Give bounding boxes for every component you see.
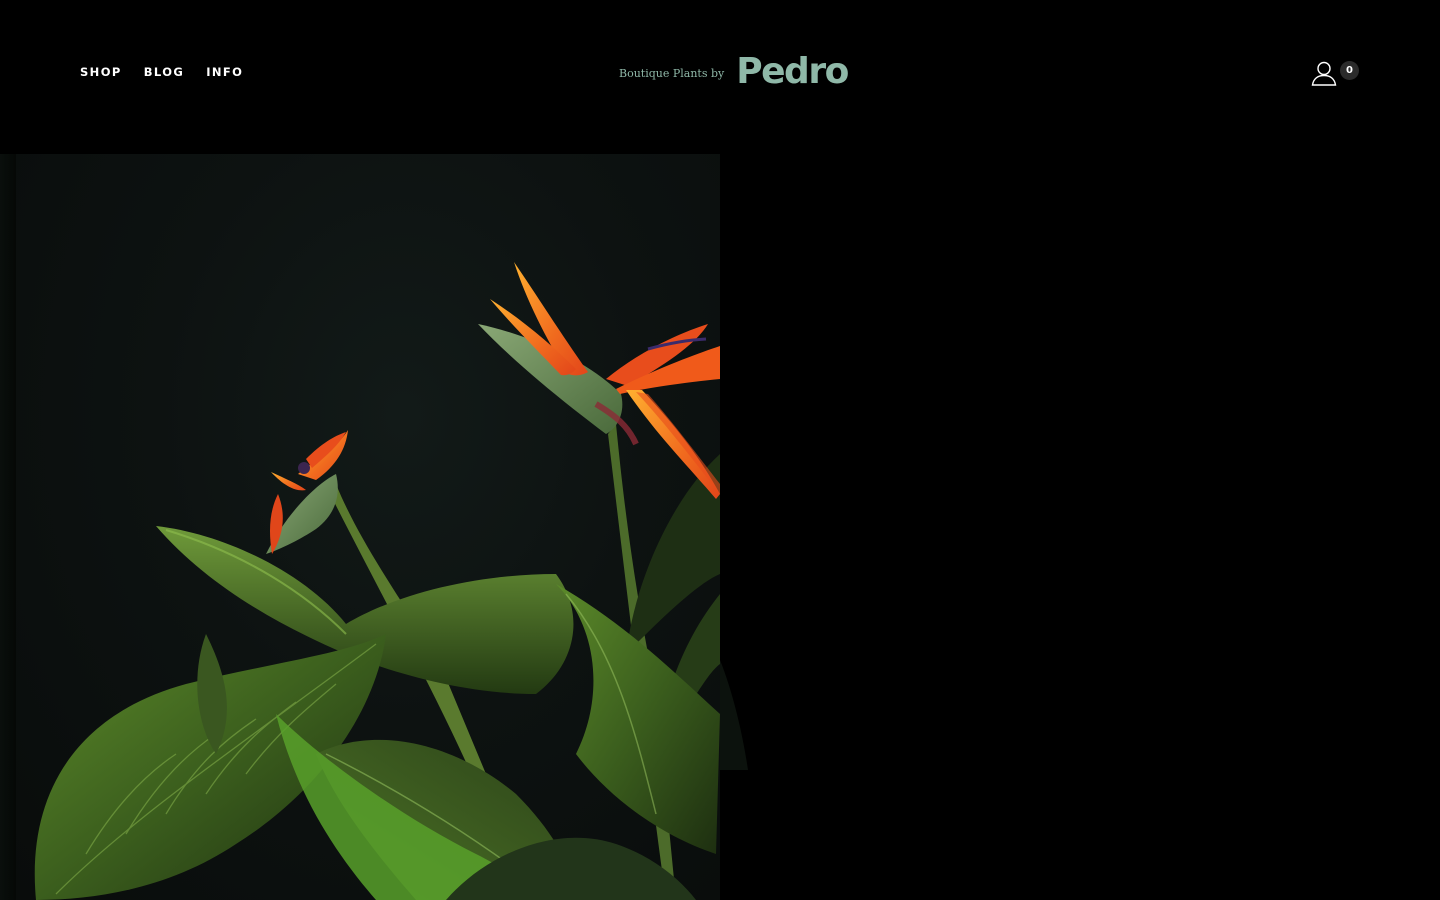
nav-blog-link[interactable]: BLOG <box>144 64 185 80</box>
user-icon[interactable] <box>1311 60 1337 86</box>
nav-info-link[interactable]: INFO <box>206 64 243 80</box>
brand-logo-link[interactable]: Boutique Plants by Pedro <box>619 50 849 94</box>
right-edge-leaf-shadow <box>720 660 748 770</box>
site-header: SHOP BLOG INFO Boutique Plants by Pedro … <box>0 0 1440 140</box>
hero-plant-image <box>16 154 720 900</box>
left-edge-foliage <box>0 154 16 900</box>
brand-tagline: Boutique Plants by <box>619 66 725 80</box>
main-nav: SHOP BLOG INFO <box>80 64 243 80</box>
cart-count-badge[interactable]: 0 <box>1340 61 1359 80</box>
nav-shop-link[interactable]: SHOP <box>80 64 122 80</box>
bird-of-paradise-illustration <box>34 262 720 900</box>
account-cart: 0 <box>1311 58 1361 86</box>
brand-logo: Pedro <box>736 51 849 92</box>
